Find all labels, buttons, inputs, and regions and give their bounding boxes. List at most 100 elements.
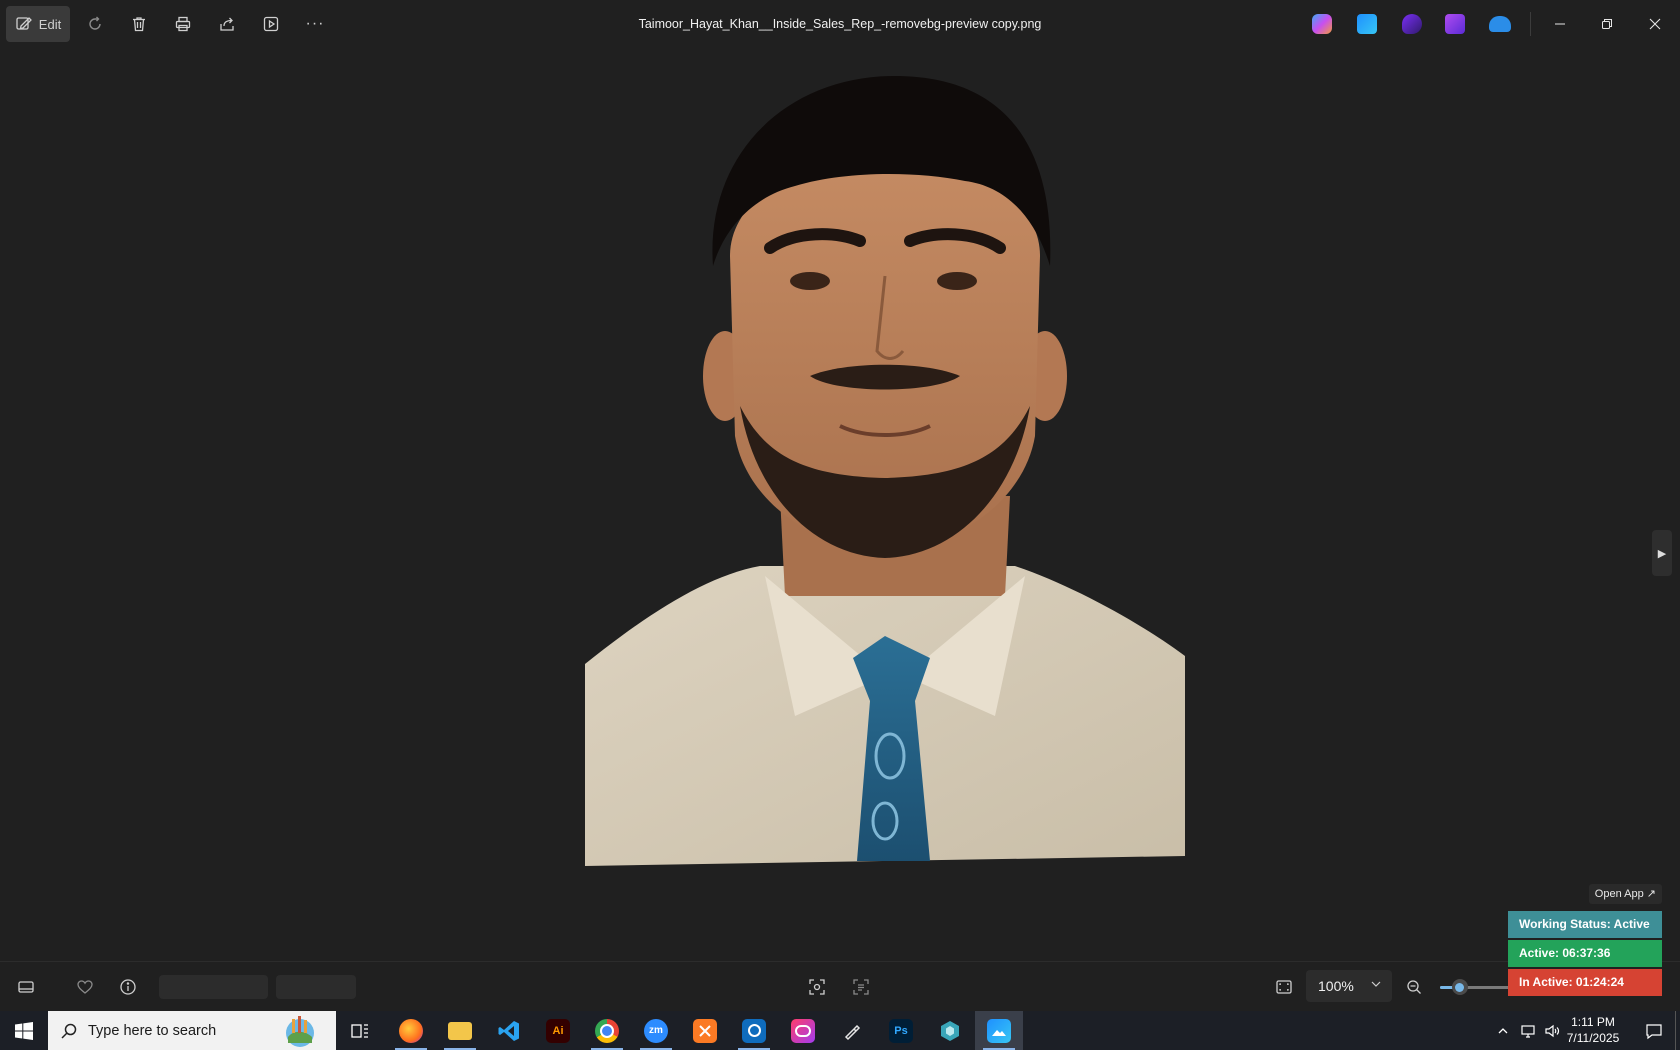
working-status-badge: Working Status: Active [1508, 911, 1662, 938]
clock-date: 7/11/2025 [1566, 1031, 1620, 1045]
more-options-button[interactable]: ··· [298, 6, 332, 42]
onedrive-icon[interactable] [1489, 16, 1511, 32]
firefox-icon [399, 1018, 423, 1043]
restore-icon [1602, 19, 1612, 29]
edit-label: Edit [38, 16, 62, 32]
chevron-up-icon [1498, 1027, 1508, 1033]
file-info-button[interactable] [111, 970, 145, 1004]
heart-icon [77, 980, 93, 994]
taskbar-illustrator[interactable]: Ai [534, 1011, 582, 1050]
edit-button[interactable]: Edit [6, 6, 70, 42]
zoom-out-button[interactable] [1397, 970, 1431, 1004]
open-app-button[interactable]: Open App ↗ [1588, 884, 1662, 904]
fit-to-window-button[interactable] [1267, 970, 1301, 1004]
loading-placeholder [159, 975, 268, 999]
loading-placeholder [276, 975, 356, 999]
search-icon [61, 1023, 77, 1039]
zoom-slider-thumb[interactable] [1451, 979, 1468, 995]
minimize-icon [1555, 23, 1565, 25]
slideshow-button[interactable] [254, 6, 288, 42]
share-button[interactable] [210, 6, 244, 42]
file-explorer-icon [448, 1021, 472, 1040]
taskbar-outlook[interactable] [730, 1011, 778, 1050]
vscode-icon [498, 1020, 519, 1041]
pen-tool-icon [844, 1024, 861, 1040]
minimize-button[interactable] [1537, 6, 1583, 42]
file-title: Taimoor_Hayat_Khan__Inside_Sales_Rep_-re… [638, 17, 1042, 31]
zoom-level-dropdown[interactable]: 100% [1306, 970, 1392, 1002]
chrome-icon [595, 1018, 619, 1043]
xampp-icon [693, 1018, 717, 1043]
filmstrip-button[interactable] [9, 970, 43, 1004]
show-desktop-button[interactable] [1675, 1011, 1676, 1050]
chevron-right-icon: ▶ [1657, 547, 1667, 560]
photos-icon[interactable] [1357, 14, 1377, 34]
clock-time: 1:11 PM [1571, 1015, 1615, 1029]
next-image-button[interactable]: ▶ [1652, 530, 1672, 576]
rotate-icon [89, 16, 101, 30]
task-view-button[interactable] [336, 1011, 384, 1050]
show-hidden-icons-button[interactable] [1490, 1011, 1516, 1050]
creative-cloud-icon [791, 1018, 815, 1043]
taskbar-pen-tool[interactable] [828, 1011, 876, 1050]
outlook-icon [742, 1018, 766, 1043]
photos-icon [987, 1018, 1011, 1043]
favorite-button[interactable] [68, 970, 102, 1004]
filmstrip-icon [18, 981, 34, 993]
zoom-out-icon [1407, 980, 1421, 994]
app-icon [941, 1020, 959, 1041]
trash-icon [133, 17, 145, 32]
delete-button[interactable] [122, 6, 156, 42]
notification-icon [1646, 1023, 1662, 1039]
video-editor-icon[interactable] [1445, 14, 1465, 34]
xampp-logo-icon [699, 1024, 711, 1037]
image-canvas[interactable]: ▶ [0, 48, 1680, 961]
play-icon [263, 16, 279, 32]
windows-taskbar: Type here to search Ai zm Ps 1:11 PM 7/1… [0, 1011, 1680, 1050]
zoom-level: 100% [1318, 978, 1354, 994]
taskbar-chrome[interactable] [583, 1011, 631, 1050]
network-icon [1521, 1024, 1535, 1038]
taskbar-creative-cloud[interactable] [779, 1011, 827, 1050]
search-placeholder: Type here to search [88, 1022, 217, 1039]
close-button[interactable] [1632, 6, 1678, 42]
restore-button[interactable] [1584, 6, 1630, 42]
taskbar-clock[interactable]: 1:11 PM 7/11/2025 [1553, 1014, 1633, 1046]
taskbar-search-box[interactable]: Type here to search [48, 1011, 336, 1050]
network-button[interactable] [1516, 1011, 1540, 1050]
chevron-down-icon [1371, 981, 1381, 987]
illustrator-icon: Ai [546, 1018, 570, 1043]
title-bar: Edit ··· Taimoor_Hayat_Khan__Inside_Sale… [0, 0, 1680, 48]
taskbar-vscode[interactable] [485, 1011, 533, 1050]
taskbar-zoom[interactable]: zm [632, 1011, 680, 1050]
taskbar-firefox[interactable] [387, 1011, 435, 1050]
zoom-icon: zm [644, 1018, 668, 1043]
taskbar-xampp[interactable] [681, 1011, 729, 1050]
taskbar-photoshop[interactable]: Ps [877, 1011, 925, 1050]
taskbar-file-explorer[interactable] [436, 1011, 484, 1050]
windows-logo-icon [15, 1021, 33, 1040]
taskbar-app[interactable] [926, 1011, 974, 1050]
inactive-time-badge: In Active: 01:24:24 [1508, 969, 1662, 996]
rotate-button[interactable] [78, 6, 112, 42]
close-icon [1649, 18, 1661, 30]
notifications-button[interactable] [1636, 1011, 1672, 1050]
info-icon [120, 979, 136, 995]
search-highlight-icon [286, 1016, 314, 1047]
start-button[interactable] [0, 1011, 48, 1050]
more-icon: ··· [305, 15, 325, 32]
taskbar-photos[interactable] [975, 1011, 1023, 1050]
print-button[interactable] [166, 6, 200, 42]
text-scan-icon [853, 979, 869, 995]
edit-image-icon [16, 17, 32, 30]
task-view-icon [351, 1023, 368, 1038]
divider [1530, 12, 1531, 36]
copilot-icon[interactable] [1312, 14, 1332, 34]
extract-text-button[interactable] [844, 970, 878, 1004]
printer-icon [175, 16, 191, 32]
visual-search-button[interactable] [800, 970, 834, 1004]
clipchamp-icon[interactable] [1402, 14, 1422, 34]
fit-window-icon [1276, 980, 1292, 994]
share-icon [220, 17, 234, 31]
viewer-bottom-bar: 100% [0, 961, 1680, 1012]
